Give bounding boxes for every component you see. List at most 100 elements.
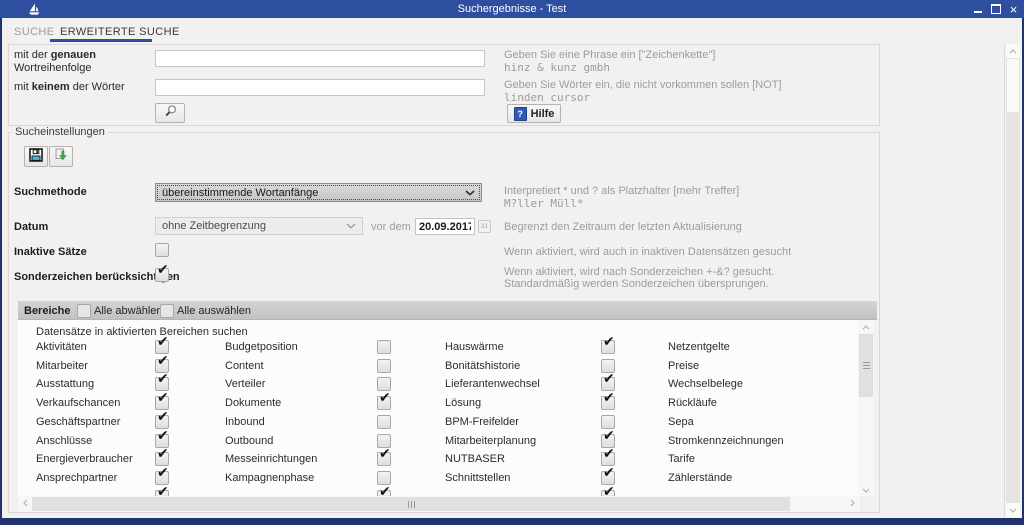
- window-title: Suchergebnisse - Test: [0, 0, 1024, 18]
- sonderzeichen-hint-line1: Wenn aktiviert, wird nach Sonderzeichen …: [504, 266, 774, 278]
- content-scrollbar-divider: [1004, 44, 1005, 517]
- area-checkbox[interactable]: ✔: [377, 415, 391, 429]
- outer-scroll-up-button[interactable]: [1006, 44, 1020, 58]
- area-label: Mitarbeiterplanung: [445, 435, 536, 447]
- area-label: Ausstattung: [36, 378, 94, 390]
- select-all-label: Alle auswählen: [177, 305, 251, 317]
- scrollbar-grip-icon: [407, 501, 416, 508]
- areas-horizontal-scrollbar[interactable]: [18, 496, 860, 512]
- area-checkbox[interactable]: ✔: [377, 377, 391, 391]
- datum-label: Datum: [14, 221, 48, 233]
- area-checkbox[interactable]: ✔: [601, 396, 615, 410]
- save-search-button[interactable]: [24, 146, 48, 167]
- chevron-left-icon: [23, 498, 28, 510]
- area-label: Sepa: [668, 416, 694, 428]
- none-of-words-input[interactable]: [155, 79, 485, 96]
- area-checkbox[interactable]: ✔: [377, 396, 391, 410]
- window-border-bottom: [0, 518, 1024, 525]
- area-label: Outbound: [225, 435, 273, 447]
- chevron-down-icon: [346, 220, 356, 232]
- none-of-words-hint-example: linden cursor: [504, 91, 590, 104]
- scroll-down-button[interactable]: [858, 483, 874, 496]
- area-checkbox[interactable]: ✔: [601, 471, 615, 485]
- areas-vertical-scrollbar[interactable]: [858, 320, 874, 496]
- maximize-button[interactable]: [989, 3, 1002, 15]
- inaktive-saetze-hint: Wenn aktiviert, wird auch in inaktiven D…: [504, 246, 791, 258]
- area-checkbox[interactable]: ✔: [601, 340, 615, 354]
- area-checkbox[interactable]: ✔: [377, 452, 391, 466]
- scrollbar-corner: [860, 496, 877, 512]
- area-checkbox[interactable]: ✔: [377, 471, 391, 485]
- suchmethode-hint-example: M?ller Müll*: [504, 197, 583, 210]
- tab-erweiterte-suche[interactable]: ERWEITERTE SUCHE: [60, 26, 180, 38]
- area-label: Kampagnenphase: [225, 472, 314, 484]
- sonderzeichen-checkbox[interactable]: ✔: [155, 268, 169, 282]
- bereiche-grid: Datensätze in aktivierten Bereichen such…: [18, 320, 858, 496]
- area-checkbox[interactable]: ✔: [377, 340, 391, 354]
- load-search-button[interactable]: [49, 146, 73, 167]
- area-checkbox[interactable]: ✔: [377, 359, 391, 373]
- deselect-all-label: Alle abwählen: [94, 305, 163, 317]
- page-vertical-scrollbar[interactable]: [1006, 44, 1020, 517]
- area-checkbox[interactable]: ✔: [601, 452, 615, 466]
- active-tab-underline: [50, 39, 152, 42]
- phrase-hint-example: hinz & kunz gmbh: [504, 61, 610, 74]
- chevron-up-icon: [862, 321, 870, 333]
- area-checkbox[interactable]: ✔: [601, 415, 615, 429]
- area-checkbox[interactable]: ✔: [155, 396, 169, 410]
- area-checkbox[interactable]: ✔: [601, 377, 615, 391]
- bereiche-title: Bereiche: [24, 305, 70, 317]
- vertical-scrollbar-thumb[interactable]: [859, 334, 873, 397]
- datum-hint: Begrenzt den Zeitraum der letzten Aktual…: [504, 221, 742, 233]
- area-label: Budgetposition: [225, 341, 298, 353]
- area-checkbox[interactable]: ✔: [155, 377, 169, 391]
- download-arrow-icon: [54, 148, 68, 165]
- area-label: Dokumente: [225, 397, 281, 409]
- area-label: Lösung: [445, 397, 481, 409]
- title-bar: Suchergebnisse - Test ×: [0, 0, 1024, 18]
- area-checkbox[interactable]: ✔: [155, 340, 169, 354]
- maximize-icon: [991, 4, 1001, 14]
- deselect-all-checkbox[interactable]: ✔: [77, 304, 91, 318]
- search-button[interactable]: [155, 103, 185, 123]
- area-label: Lieferantenwechsel: [445, 378, 540, 390]
- close-button[interactable]: ×: [1007, 3, 1020, 15]
- scroll-right-button[interactable]: [845, 496, 860, 512]
- calendar-button[interactable]: 31: [478, 220, 491, 233]
- outer-vertical-scrollbar-thumb[interactable]: [1006, 58, 1020, 113]
- suchmethode-combobox[interactable]: übereinstimmende Wortanfänge: [155, 183, 482, 202]
- none-of-words-label: mit keinem der Wörter: [14, 81, 125, 94]
- area-label: Zählerstände: [668, 472, 732, 484]
- area-checkbox[interactable]: ✔: [155, 471, 169, 485]
- phrase-hint: Geben Sie eine Phrase ein ["Zeichenkette…: [504, 49, 715, 61]
- minimize-button[interactable]: [971, 3, 984, 15]
- magnifier-icon: [163, 104, 178, 122]
- exact-phrase-input[interactable]: [155, 50, 485, 67]
- horizontal-scrollbar-thumb[interactable]: [32, 497, 790, 511]
- chevron-right-icon: [850, 498, 855, 510]
- area-label: Rückläufe: [668, 397, 717, 409]
- inaktive-saetze-checkbox[interactable]: ✔: [155, 243, 169, 257]
- scroll-left-button[interactable]: [18, 496, 32, 512]
- area-label: Aktivitäten: [36, 341, 87, 353]
- vor-dem-label: vor dem: [371, 221, 411, 233]
- area-checkbox[interactable]: ✔: [155, 452, 169, 466]
- select-all-checkbox[interactable]: ✔: [160, 304, 174, 318]
- area-label: Netzentgelte: [668, 341, 730, 353]
- tab-suche[interactable]: SUCHE: [14, 26, 55, 38]
- date-input[interactable]: [415, 218, 475, 235]
- area-label: Geschäftspartner: [36, 416, 120, 428]
- area-label: NUTBASER: [445, 453, 505, 465]
- settings-legend: Sucheinstellungen: [12, 126, 108, 138]
- area-label: Bonitätshistorie: [445, 360, 520, 372]
- area-label: Anschlüsse: [36, 435, 92, 447]
- datum-combobox[interactable]: ohne Zeitbegrenzung: [155, 217, 363, 235]
- area-checkbox[interactable]: ✔: [155, 415, 169, 429]
- area-label: BPM-Freifelder: [445, 416, 519, 428]
- help-button[interactable]: ? Hilfe: [507, 104, 561, 123]
- scroll-up-button[interactable]: [858, 320, 874, 333]
- help-button-label: Hilfe: [531, 108, 555, 120]
- area-label: Schnittstellen: [445, 472, 510, 484]
- outer-scroll-down-button[interactable]: [1006, 503, 1020, 517]
- inaktive-saetze-label: Inaktive Sätze: [14, 246, 87, 258]
